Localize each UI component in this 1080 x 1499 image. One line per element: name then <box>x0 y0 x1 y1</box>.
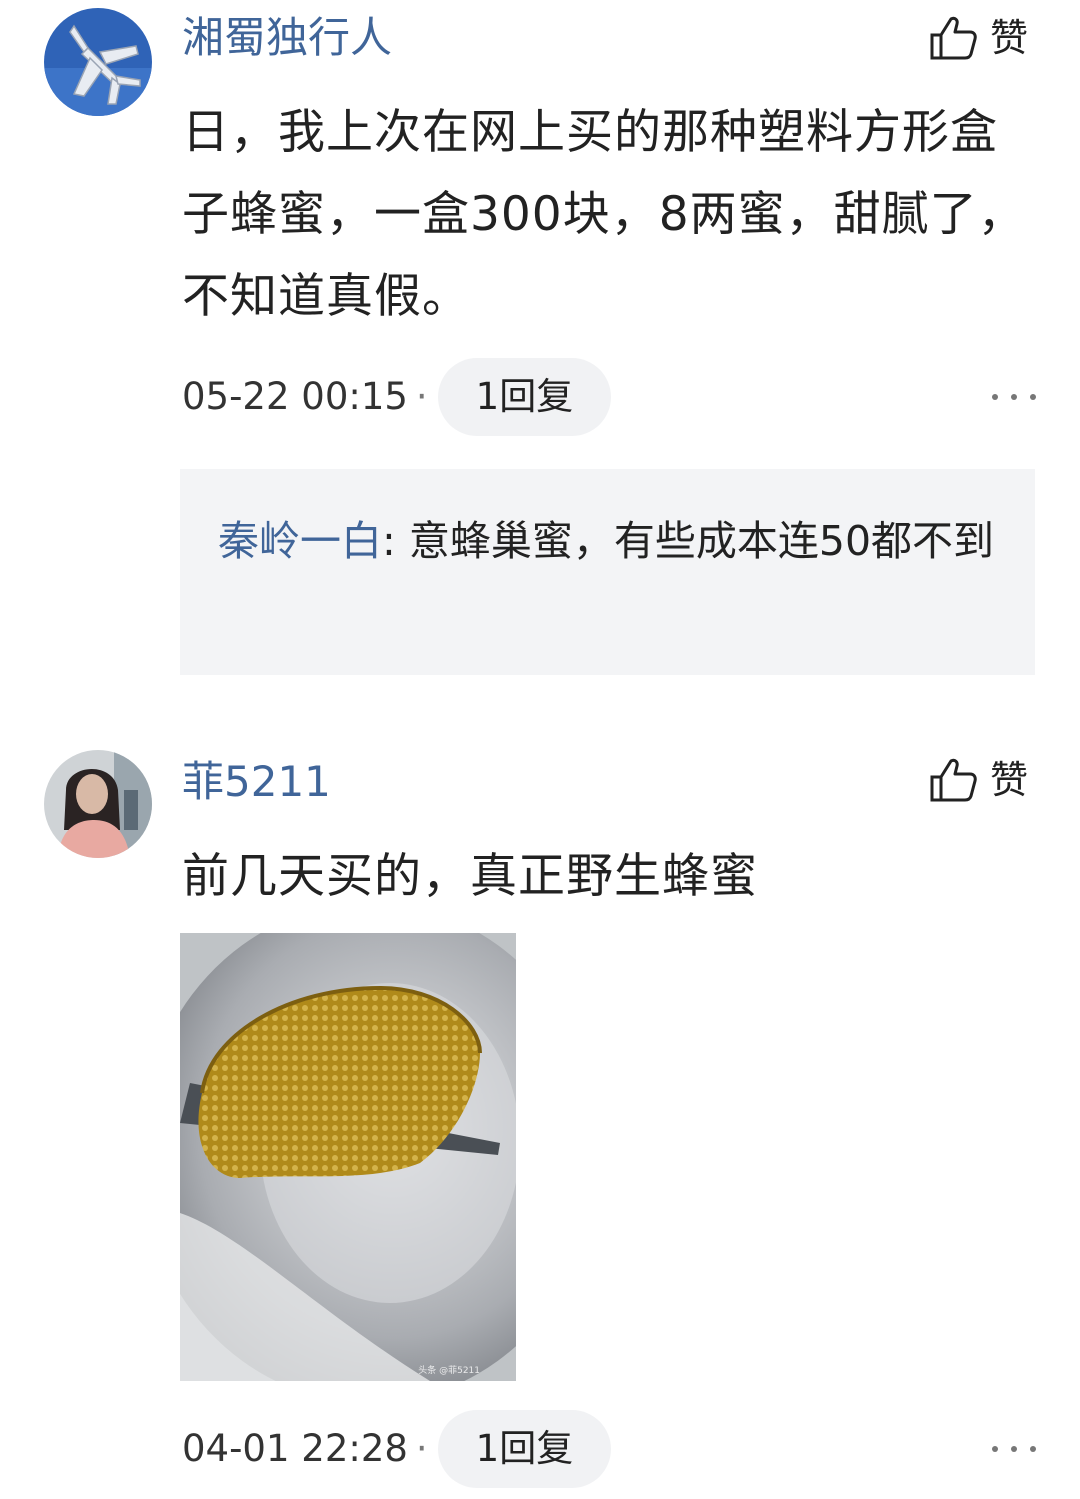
more-dots-icon[interactable] <box>992 392 1036 402</box>
author-name[interactable]: 菲5211 <box>182 752 331 812</box>
thumbs-up-icon <box>930 16 977 60</box>
author-name[interactable]: 湘蜀独行人 <box>182 8 392 68</box>
comment-photo[interactable]: 头条 @菲5211 <box>180 933 516 1381</box>
reply-count-button[interactable]: 1回复 <box>437 1410 612 1488</box>
thumbs-up-icon <box>930 758 977 802</box>
comment-text: 前几天买的，真正野生蜂蜜 <box>182 849 758 904</box>
like-label: 赞 <box>990 16 1029 60</box>
more-dots-icon[interactable] <box>992 1444 1036 1454</box>
separator: · <box>415 1427 428 1470</box>
avatar[interactable] <box>44 8 152 116</box>
reply-author[interactable]: 秦岭一白 <box>218 517 382 565</box>
separator: · <box>415 375 428 418</box>
like-button[interactable]: 赞 <box>928 8 1028 68</box>
like-label: 赞 <box>990 758 1029 802</box>
like-button[interactable]: 赞 <box>928 750 1028 810</box>
comment-meta: 04-01 22:28 · 1回复 <box>182 1410 612 1488</box>
comment-text: 日，我上次在网上买的那种塑料方形盒子蜂蜜，一盒300块，8两蜜，甜腻了，不知道真… <box>182 105 1026 324</box>
reply-colon: : <box>382 517 396 565</box>
svg-text:头条 @菲5211: 头条 @菲5211 <box>418 1364 480 1376</box>
reply-text: 意蜂巢蜜，有些成本连50都不到 <box>395 517 995 565</box>
reply-count-button[interactable]: 1回复 <box>437 358 612 436</box>
timestamp: 05-22 00:15 <box>182 375 408 418</box>
reply-preview[interactable]: 秦岭一白: 意蜂巢蜜，有些成本连50都不到 <box>180 469 1035 675</box>
comment-meta: 05-22 00:15 · 1回复 <box>182 358 612 436</box>
timestamp: 04-01 22:28 <box>182 1427 408 1470</box>
avatar[interactable] <box>44 750 152 858</box>
